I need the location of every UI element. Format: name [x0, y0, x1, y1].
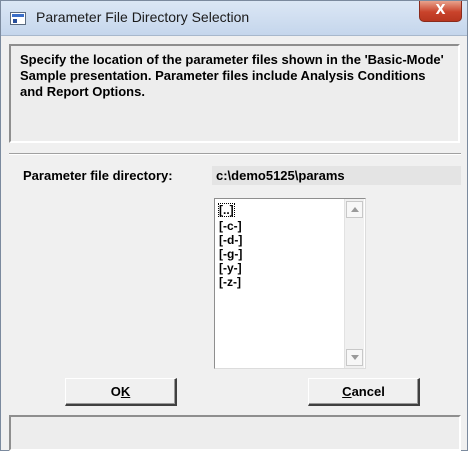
description-panel: Specify the location of the parameter fi…	[9, 44, 460, 143]
title-bar[interactable]: Parameter File Directory Selection X	[1, 1, 467, 36]
close-icon: X	[435, 3, 446, 18]
list-item-drive-c[interactable]: [-c-]	[218, 219, 243, 233]
directory-label: Parameter file directory:	[23, 168, 173, 183]
divider	[9, 153, 461, 155]
description-text: Specify the location of the parameter fi…	[20, 52, 444, 99]
listbox-scrollbar[interactable]	[344, 199, 364, 368]
directory-value: c:\demo5125\params	[212, 166, 461, 185]
list-item-drive-g[interactable]: [-g-]	[218, 247, 243, 261]
scroll-down-arrow-icon[interactable]	[346, 349, 363, 366]
list-item-parent[interactable]: [..]	[218, 203, 235, 217]
status-bar	[9, 415, 461, 451]
cancel-mnemonic: C	[342, 384, 352, 399]
cancel-button[interactable]: Cancel	[308, 378, 420, 406]
close-button[interactable]: X	[419, 1, 462, 22]
listbox-items: [..] [-c-] [-d-] [-g-] [-y-] [-z-]	[218, 201, 243, 289]
list-item-drive-y[interactable]: [-y-]	[218, 261, 243, 275]
directory-listbox[interactable]: [..] [-c-] [-d-] [-g-] [-y-] [-z-]	[214, 198, 366, 369]
dialog-window: Parameter File Directory Selection X Spe…	[0, 0, 468, 451]
scroll-up-arrow-icon[interactable]	[346, 201, 363, 218]
window-title: Parameter File Directory Selection	[36, 9, 250, 25]
app-window-icon	[10, 12, 26, 25]
ok-mnemonic: K	[120, 384, 131, 399]
list-item-drive-d[interactable]: [-d-]	[218, 233, 243, 247]
list-item-drive-z[interactable]: [-z-]	[218, 275, 243, 289]
ok-button[interactable]: OK	[65, 378, 177, 406]
